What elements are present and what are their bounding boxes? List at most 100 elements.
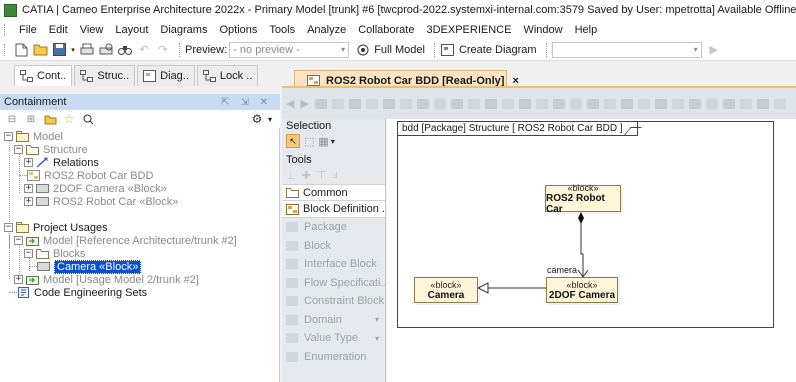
diagram-tool-icon[interactable]: [620, 98, 633, 109]
chevron-down-icon[interactable]: ▾: [331, 137, 335, 146]
diagram-tool-icon[interactable]: [501, 98, 514, 109]
menu-view[interactable]: View: [74, 24, 110, 36]
menu-options[interactable]: Options: [213, 24, 263, 36]
palette-item-domain[interactable]: Domain ▾: [282, 311, 385, 330]
expand-all-icon[interactable]: ⊞: [23, 111, 39, 127]
diagram-tool-icon[interactable]: [552, 98, 565, 109]
tree-item-structure[interactable]: − Structure: [14, 143, 88, 156]
tree-item-ros2-robot-car-block[interactable]: + ROS2 Robot Car «Block»: [24, 195, 178, 208]
menu-tools[interactable]: Tools: [263, 24, 301, 36]
menu-layout[interactable]: Layout: [109, 24, 154, 36]
diagram-tool-icon[interactable]: [518, 98, 531, 109]
palette-group-block-definition[interactable]: Block Definition ...: [282, 201, 385, 218]
pointer-tool-icon[interactable]: ↖: [286, 134, 300, 148]
collapse-all-icon[interactable]: ⊟: [4, 111, 20, 127]
diagram-tool-icon[interactable]: [365, 98, 378, 109]
diagram-tool-icon[interactable]: [739, 98, 752, 109]
open-folder-icon[interactable]: [42, 111, 58, 127]
tab-diagrams[interactable]: Diag..: [137, 65, 195, 86]
marquee-tool-icon[interactable]: ⬚: [304, 135, 314, 148]
diagram-type-combo[interactable]: ▾: [551, 41, 702, 58]
palette-item-constraint-block[interactable]: Constraint Block: [282, 292, 385, 311]
menu-diagrams[interactable]: Diagrams: [154, 24, 213, 36]
chevron-down-icon[interactable]: ▾: [375, 334, 379, 343]
chevron-down-icon[interactable]: ▾: [268, 115, 272, 124]
collapse-toggle[interactable]: −: [4, 132, 13, 141]
tab-lock[interactable]: Lock ..: [196, 65, 259, 86]
tool-icon[interactable]: ⊤: [317, 169, 327, 182]
block-2dof-camera[interactable]: «block» 2DOF Camera: [546, 277, 618, 303]
diagram-tool-icon[interactable]: [382, 98, 395, 109]
menu-window[interactable]: Window: [517, 24, 568, 36]
diagram-tool-icon[interactable]: [450, 98, 463, 109]
tree-item-model-usage-model-2[interactable]: + Model [Usage Model 2/trunk #2]: [14, 273, 199, 286]
full-model-button[interactable]: Full Model: [355, 42, 425, 58]
binoculars-icon[interactable]: [117, 42, 133, 58]
palette-item-interface-block[interactable]: Interface Block: [282, 255, 385, 274]
back-arrow-icon[interactable]: ◀: [286, 97, 294, 110]
palette-item-value-type[interactable]: Value Type ▾: [282, 329, 385, 348]
close-icon[interactable]: ×: [512, 75, 518, 87]
open-project-icon[interactable]: [32, 42, 48, 58]
block-camera[interactable]: «block» Camera: [414, 277, 478, 303]
diagram-tool-icon[interactable]: [705, 98, 718, 109]
expand-toggle[interactable]: +: [14, 275, 23, 284]
tree-item-camera-block[interactable]: Camera «Block»: [29, 259, 142, 274]
diagram-tool-icon[interactable]: [756, 98, 769, 109]
diagram-tool-icon[interactable]: [416, 98, 429, 109]
run-arrow-icon[interactable]: ▶: [706, 42, 722, 58]
gear-icon[interactable]: ⚙: [249, 111, 265, 127]
diagram-tool-icon[interactable]: [569, 98, 582, 109]
tab-containment[interactable]: Cont..: [14, 65, 73, 86]
expand-toggle[interactable]: +: [24, 158, 33, 167]
save-icon[interactable]: [51, 42, 67, 58]
diagram-tool-icon[interactable]: [314, 98, 327, 109]
diagram-tool-icon[interactable]: [603, 98, 616, 109]
menu-3dexperience[interactable]: 3DEXPERIENCE: [420, 24, 517, 36]
collapse-toggle[interactable]: −: [24, 249, 33, 258]
collapse-toggle[interactable]: −: [14, 145, 23, 154]
grid-select-icon[interactable]: ▦: [318, 135, 328, 148]
palette-group-common[interactable]: Common: [282, 184, 385, 201]
tree-item-model-reference-architecture[interactable]: − Model [Reference Architecture/trunk #2…: [14, 234, 237, 247]
diagram-tool-icon[interactable]: [484, 98, 497, 109]
redo-icon[interactable]: ↷: [155, 42, 171, 58]
chevron-down-icon[interactable]: ▾: [375, 315, 379, 324]
menu-collaborate[interactable]: Collaborate: [352, 24, 420, 36]
palette-item-package[interactable]: Package: [282, 218, 385, 237]
print-icon[interactable]: [79, 42, 95, 58]
expand-toggle[interactable]: +: [24, 184, 33, 193]
menu-help[interactable]: Help: [569, 24, 604, 36]
preview-combo[interactable]: - no preview - ▾: [229, 41, 350, 58]
diagram-tool-icon[interactable]: [467, 98, 480, 109]
panel-controls-icon[interactable]: ⇱ ⇲ ✕: [221, 97, 272, 108]
tree-item-project-usages[interactable]: − Project Usages: [4, 221, 108, 234]
palette-item-block[interactable]: Block: [282, 237, 385, 256]
tab-structure[interactable]: Struc..: [74, 65, 136, 86]
tree-item-blocks[interactable]: − Blocks: [24, 247, 85, 260]
menu-edit[interactable]: Edit: [43, 24, 74, 36]
undo-icon[interactable]: ↶: [136, 42, 152, 58]
new-project-icon[interactable]: [13, 42, 29, 58]
diagram-tool-icon[interactable]: [586, 98, 599, 109]
search-icon[interactable]: [80, 111, 96, 127]
tree-item-relations[interactable]: + Relations: [24, 156, 99, 169]
palette-item-enumeration[interactable]: Enumeration: [282, 348, 385, 367]
diagram-tool-icon[interactable]: [671, 98, 684, 109]
create-diagram-button[interactable]: Create Diagram: [440, 42, 537, 58]
diagram-tool-icon[interactable]: [399, 98, 412, 109]
menu-file[interactable]: File: [13, 24, 43, 36]
diagram-tool-icon[interactable]: [773, 98, 786, 109]
menu-analyze[interactable]: Analyze: [301, 24, 352, 36]
diagram-tool-icon[interactable]: [348, 98, 361, 109]
print-preview-icon[interactable]: [98, 42, 114, 58]
tool-icon[interactable]: ⅎ: [332, 169, 337, 181]
collapse-toggle[interactable]: −: [14, 236, 23, 245]
diagram-tool-icon[interactable]: [331, 98, 344, 109]
expand-toggle[interactable]: +: [24, 197, 33, 206]
tree-item-ros2-robot-car-bdd[interactable]: ROS2 Robot Car BDD: [19, 169, 153, 182]
collapse-toggle[interactable]: −: [4, 223, 13, 232]
tree-item-model[interactable]: − Model: [4, 130, 63, 143]
tree-item-2dof-camera-block[interactable]: + 2DOF Camera «Block»: [24, 182, 167, 195]
favorite-star-icon[interactable]: ☆: [61, 111, 77, 127]
